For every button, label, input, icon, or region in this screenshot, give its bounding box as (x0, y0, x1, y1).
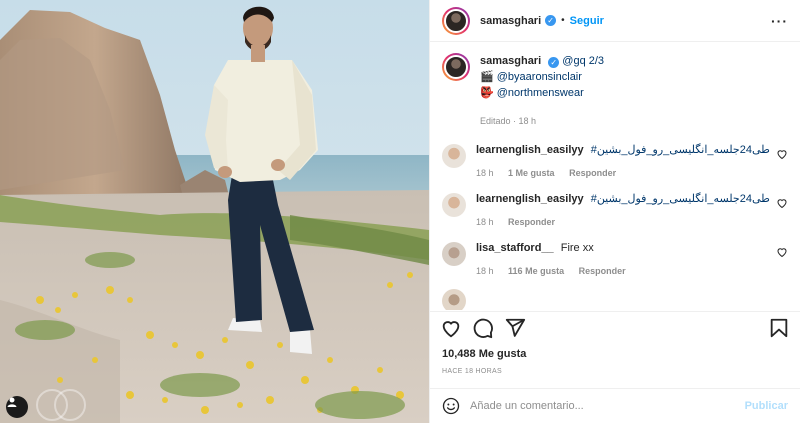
reply-button[interactable]: Responder (579, 266, 626, 276)
verified-icon: ✓ (545, 15, 557, 26)
comment-time: 18 h (476, 217, 494, 227)
caption-avatar[interactable] (442, 53, 470, 81)
mask-emoji: 👺 (480, 87, 494, 99)
comment-text: Fire xx (560, 242, 594, 254)
post-time: HACE 18 HORAS (442, 368, 502, 375)
more-icon[interactable]: ··· (771, 13, 788, 29)
comment-input[interactable] (470, 400, 745, 412)
author-avatar[interactable] (442, 6, 470, 35)
beach-scene-image (0, 0, 429, 423)
verified-icon: ✓ (548, 57, 560, 68)
comment-time: 18 h (476, 266, 494, 276)
reply-button[interactable]: Responder (508, 217, 555, 227)
commenter-avatar[interactable] (442, 193, 466, 217)
post-header: samasghari ✓ • Seguir ··· (430, 0, 800, 42)
reply-button[interactable]: Responder (569, 168, 616, 178)
comment-likes[interactable]: 116 Me gusta (508, 266, 564, 276)
caption-meta: Editado · 18 h (480, 116, 537, 126)
emoji-icon[interactable] (442, 397, 460, 415)
add-comment-bar: Publicar (430, 388, 800, 423)
caption: samasghari ✓ @gq 2/3 🎬 @byaaronsinclair … (442, 43, 788, 129)
post-photo[interactable] (0, 0, 429, 423)
comment-item-partial (442, 288, 788, 310)
commenter-avatar[interactable] (442, 289, 466, 310)
comment-icon[interactable] (472, 317, 494, 339)
share-icon[interactable] (504, 317, 526, 339)
likes-count[interactable]: 10,488 Me gusta (442, 348, 526, 360)
post-detail-panel: samasghari ✓ • Seguir ··· samasghari ✓ @… (429, 0, 800, 423)
comments-section[interactable]: samasghari ✓ @gq 2/3 🎬 @byaaronsinclair … (430, 43, 800, 310)
comment-item: lisa_stafford__ Fire xx 18 h 116 Me gust… (442, 241, 788, 276)
user-tag-icon[interactable] (6, 396, 28, 418)
separator-dot: • (561, 15, 565, 26)
comment-item: learnenglish_easilyy #طی24جلسه_انگلیسی_ر… (442, 143, 788, 178)
heart-icon[interactable] (776, 148, 788, 160)
author-username[interactable]: samasghari (480, 15, 541, 27)
commenter-avatar[interactable] (442, 242, 466, 266)
action-bar (430, 311, 800, 343)
caption-username[interactable]: samasghari (480, 55, 541, 67)
mention-link[interactable]: @northmenswear (497, 87, 584, 99)
commenter-username[interactable]: lisa_stafford__ (476, 242, 554, 254)
commenter-username[interactable]: learnenglish_easilyy (476, 193, 584, 205)
comment-likes[interactable]: 1 Me gusta (508, 168, 555, 178)
commenter-username[interactable]: learnenglish_easilyy (476, 144, 584, 156)
comment-text[interactable]: #طی24جلسه_انگلیسی_رو_فول_بشین (591, 144, 770, 156)
follow-button[interactable]: Seguir (570, 15, 604, 27)
comment-text[interactable]: #طی24جلسه_انگلیسی_رو_فول_بشین (591, 193, 770, 205)
caption-text[interactable]: @gq 2/3 (562, 55, 604, 67)
clapper-emoji: 🎬 (480, 71, 494, 83)
bookmark-icon[interactable] (768, 317, 790, 339)
comment-time: 18 h (476, 168, 494, 178)
publish-button[interactable]: Publicar (745, 400, 788, 412)
heart-icon[interactable] (776, 197, 788, 209)
comment-item: learnenglish_easilyy #طی24جلسه_انگلیسی_ر… (442, 192, 788, 227)
commenter-avatar[interactable] (442, 144, 466, 168)
mention-link[interactable]: @byaaronsinclair (497, 71, 582, 83)
heart-icon[interactable] (440, 317, 462, 339)
heart-icon[interactable] (776, 246, 788, 258)
